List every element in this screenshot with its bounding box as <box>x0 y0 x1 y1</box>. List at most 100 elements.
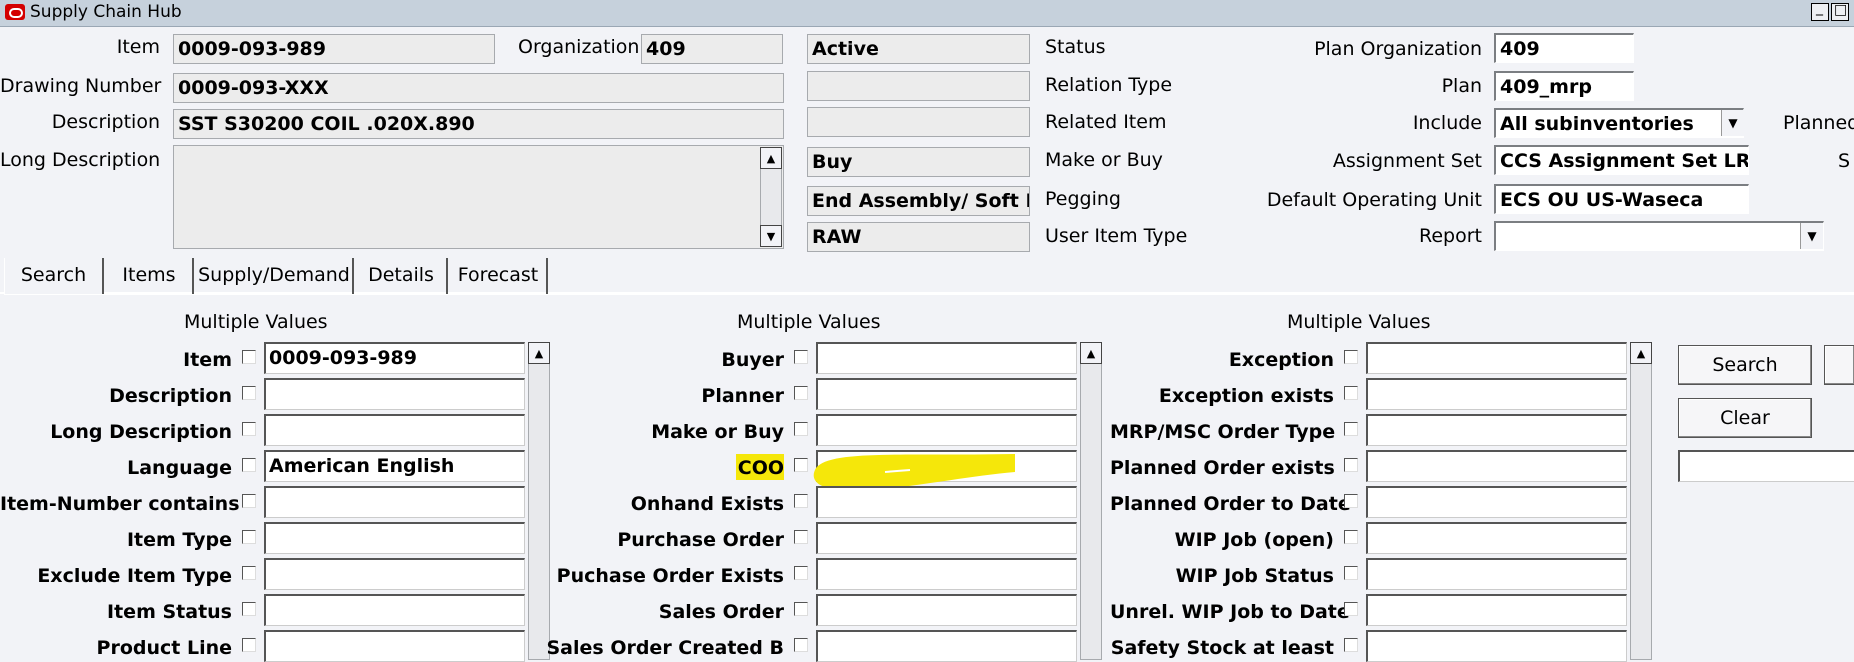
tab-supply-demand[interactable]: Supply/Demand <box>196 258 354 294</box>
assignment-set-field[interactable]: CCS Assignment Set LRGV <box>1494 145 1749 175</box>
search-planned-order-to-date-input[interactable] <box>1366 486 1627 518</box>
search-wip-job-status-checkbox[interactable] <box>1344 566 1358 580</box>
search-description-checkbox[interactable] <box>242 386 256 400</box>
tab-details[interactable]: Details <box>356 258 448 294</box>
search-buyer-input[interactable] <box>816 342 1077 374</box>
search-onhand-exists-input[interactable] <box>816 486 1077 518</box>
search-item-checkbox[interactable] <box>242 350 256 364</box>
tab-search[interactable]: Search <box>4 258 104 294</box>
search-item-input[interactable]: 0009-093-989 <box>264 342 525 374</box>
minimize-button[interactable]: _ <box>1811 0 1829 21</box>
right-input-field[interactable] <box>1678 450 1854 482</box>
status-field[interactable]: Active <box>807 34 1030 64</box>
description-field[interactable]: SST S30200 COIL .020X.890 <box>173 109 784 139</box>
search-product-line-checkbox[interactable] <box>242 638 256 652</box>
include-select[interactable]: All subinventories <box>1494 108 1744 138</box>
search-make-or-buy-checkbox[interactable] <box>794 422 808 436</box>
search-item-number-contains-input[interactable] <box>264 486 525 518</box>
clear-button[interactable]: Clear <box>1678 398 1812 438</box>
search-mrp-msc-order-type-checkbox[interactable] <box>1344 422 1358 436</box>
search-exclude-item-type-checkbox[interactable] <box>242 566 256 580</box>
search-language-label: Language <box>127 457 232 479</box>
search-unrel-wip-job-to-date-input[interactable] <box>1366 594 1627 626</box>
search-exception-checkbox[interactable] <box>1344 350 1358 364</box>
scroll-up-icon[interactable]: ▲ <box>760 147 782 169</box>
search-puchase-order-exists-checkbox[interactable] <box>794 566 808 580</box>
search-exception-exists-checkbox[interactable] <box>1344 386 1358 400</box>
drawing-number-field[interactable]: 0009-093-XXX <box>173 73 784 103</box>
search-sales-order-created-input[interactable] <box>816 630 1077 662</box>
col2-scrollbar[interactable] <box>1080 342 1102 660</box>
scroll-down-icon[interactable]: ▼ <box>760 225 782 247</box>
relation-type-label: Relation Type <box>1045 74 1173 96</box>
search-exception-input[interactable] <box>1366 342 1627 374</box>
search-long-description-checkbox[interactable] <box>242 422 256 436</box>
search-onhand-exists-checkbox[interactable] <box>794 494 808 508</box>
col3-scroll-up-icon[interactable]: ▲ <box>1630 342 1652 364</box>
search-product-line-input[interactable] <box>264 630 525 662</box>
related-item-field[interactable] <box>807 107 1030 137</box>
search-planner-checkbox[interactable] <box>794 386 808 400</box>
item-field[interactable]: 0009-093-989 <box>173 34 495 64</box>
search-item-number-contains-checkbox[interactable] <box>242 494 256 508</box>
multiple-values-label-3: Multiple Values <box>1287 311 1431 333</box>
search-item-type-checkbox[interactable] <box>242 530 256 544</box>
search-planned-order-exists-input[interactable] <box>1366 450 1627 482</box>
search-item-status-checkbox[interactable] <box>242 602 256 616</box>
organization-field[interactable]: 409 <box>641 34 783 64</box>
include-dropdown-icon[interactable]: ▼ <box>1721 110 1744 136</box>
search-safety-stock-at-least-input[interactable] <box>1366 630 1627 662</box>
search-exclude-item-type-label: Exclude Item Type <box>37 565 232 587</box>
search-description-input[interactable] <box>264 378 525 410</box>
col3-scrollbar[interactable] <box>1630 342 1652 660</box>
search-mrp-msc-order-type-input[interactable] <box>1366 414 1627 446</box>
search-purchase-order-checkbox[interactable] <box>794 530 808 544</box>
tab-forecast[interactable]: Forecast <box>450 258 548 294</box>
search-item-type-label: Item Type <box>126 529 232 551</box>
search-item-status-input[interactable] <box>264 594 525 626</box>
col2-scroll-up-icon[interactable]: ▲ <box>1080 342 1102 364</box>
search-make-or-buy-label: Make or Buy <box>651 421 784 443</box>
tab-items[interactable]: Items <box>106 258 194 294</box>
minimize-icon: _ <box>1816 0 1823 16</box>
search-make-or-buy-input[interactable] <box>816 414 1077 446</box>
search-puchase-order-exists-label: Puchase Order Exists <box>556 565 784 587</box>
maximize-button[interactable]: □ <box>1831 2 1849 21</box>
search-sales-order-input[interactable] <box>816 594 1077 626</box>
search-mrp-msc-order-type-label: MRP/MSC Order Type <box>1110 421 1336 443</box>
search-wip-job-status-input[interactable] <box>1366 558 1627 590</box>
report-label: Report <box>1419 225 1482 247</box>
default-operating-unit-field[interactable]: ECS OU US-Waseca <box>1494 184 1749 214</box>
search-sales-order-checkbox[interactable] <box>794 602 808 616</box>
search-puchase-order-exists-input[interactable] <box>816 558 1077 590</box>
relation-type-field[interactable] <box>807 71 1030 101</box>
search-language-checkbox[interactable] <box>242 458 256 472</box>
search-planned-order-exists-checkbox[interactable] <box>1344 458 1358 472</box>
plan-field[interactable]: 409_mrp <box>1494 71 1634 101</box>
search-planned-order-to-date-label: Planned Order to Date <box>1110 493 1351 515</box>
search-item-type-input[interactable] <box>264 522 525 554</box>
pegging-field[interactable]: End Assembly/ Soft Peg <box>807 186 1030 216</box>
user-item-type-field[interactable]: RAW <box>807 222 1030 252</box>
second-button-truncated[interactable] <box>1824 345 1854 385</box>
search-sales-order-created-checkbox[interactable] <box>794 638 808 652</box>
plan-organization-field[interactable]: 409 <box>1494 33 1634 63</box>
search-wip-job-open-checkbox[interactable] <box>1344 530 1358 544</box>
search-exclude-item-type-input[interactable] <box>264 558 525 590</box>
search-long-description-input[interactable] <box>264 414 525 446</box>
search-exception-exists-input[interactable] <box>1366 378 1627 410</box>
search-language-input[interactable]: American English <box>264 450 525 482</box>
search-unrel-wip-job-to-date-checkbox[interactable] <box>1344 602 1358 616</box>
make-or-buy-field[interactable]: Buy <box>807 147 1030 177</box>
search-purchase-order-input[interactable] <box>816 522 1077 554</box>
search-buyer-checkbox[interactable] <box>794 350 808 364</box>
search-button[interactable]: Search <box>1678 345 1812 385</box>
report-select[interactable] <box>1494 221 1824 251</box>
report-dropdown-icon[interactable]: ▼ <box>1800 223 1823 249</box>
search-item-status-label: Item Status <box>107 601 232 623</box>
search-safety-stock-at-least-checkbox[interactable] <box>1344 638 1358 652</box>
search-planner-input[interactable] <box>816 378 1077 410</box>
search-planned-order-to-date-checkbox[interactable] <box>1344 494 1358 508</box>
search-wip-job-open-input[interactable] <box>1366 522 1627 554</box>
long-description-field[interactable] <box>173 145 784 249</box>
